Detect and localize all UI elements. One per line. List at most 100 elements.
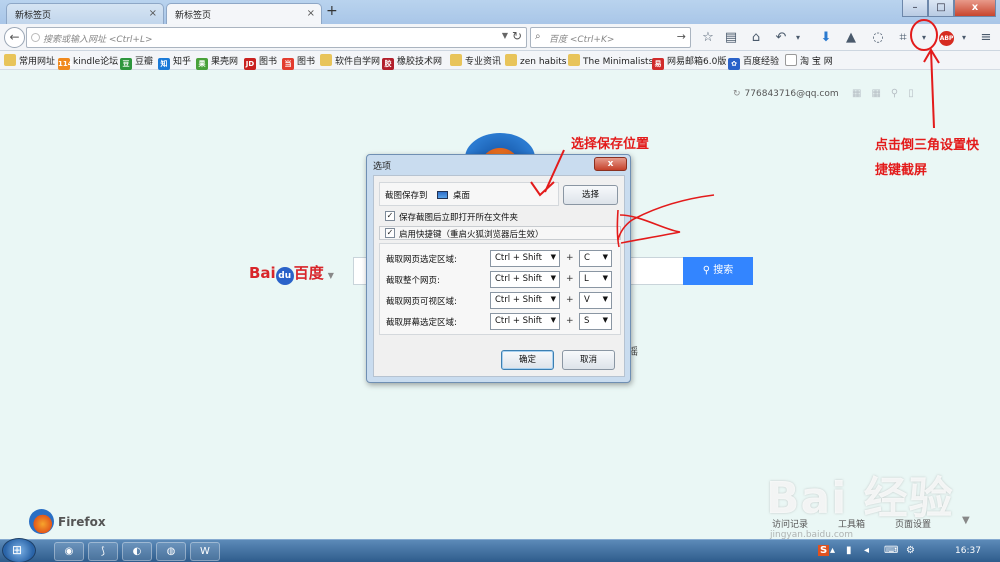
hotkey-label: 截取网页选定区域: [386, 255, 457, 265]
baidu-logo-text: 百度 [293, 264, 324, 282]
baidu-logo[interactable]: Bai du 百度 ▼ [249, 262, 334, 285]
download-icon[interactable]: ⬇ [818, 30, 834, 46]
douban-icon: 豆 [120, 58, 132, 70]
back-button[interactable]: ← [4, 27, 25, 48]
open-folder-checkbox[interactable]: ✓ [385, 211, 395, 221]
taskbar-firefox[interactable]: ◉ [54, 542, 84, 561]
bookmark-item[interactable]: 胶橡胶技术网 [382, 54, 443, 70]
bookmark-label: 图书 [259, 57, 278, 67]
save-location-group: 截图保存到 桌面 [379, 182, 559, 206]
start-button[interactable]: ⊞ [2, 538, 36, 562]
close-window-button[interactable]: x [954, 0, 996, 17]
hotkeys-group: 截取网页选定区域: Ctrl + Shift ▼ + C ▼ 截取整个网页: Ctrl + S… [379, 243, 621, 335]
page-settings-link[interactable]: 页面设置 [895, 517, 931, 530]
show-hidden-icons[interactable]: ▴ [830, 545, 835, 556]
netease-icon: 易 [652, 58, 664, 70]
footer-collapse-icon[interactable]: ▼ [962, 515, 970, 526]
bookmark-item[interactable]: 易网易邮箱6.0版 [652, 54, 726, 70]
taskbar-app-blue[interactable]: ◐ [122, 542, 152, 561]
new-tab-button[interactable]: + [326, 3, 338, 19]
hotkey-modifier-select[interactable]: Ctrl + Shift ▼ [490, 292, 560, 309]
tab-close-icon[interactable]: × [149, 8, 157, 19]
taskbar-pdf[interactable]: ⟆ [88, 542, 118, 561]
hotkey-key-select[interactable]: V ▼ [579, 292, 612, 309]
taskbar-chrome[interactable]: ◍ [156, 542, 186, 561]
baidu-paw-icon: du [275, 267, 294, 285]
zhihu-icon: 知 [158, 58, 170, 70]
rocket-icon[interactable]: ▲ [843, 30, 859, 46]
bookmark-label: The Minimalists [583, 57, 654, 67]
bookmark-item[interactable]: 114kindle论坛 [58, 54, 118, 70]
bookmark-item[interactable]: 豆豆瓣 [120, 54, 154, 70]
bookmark-item[interactable]: 常用网址 [4, 54, 55, 68]
open-folder-label: 保存截图后立即打开所在文件夹 [399, 213, 519, 223]
url-history-dropdown-icon[interactable]: ▼ [502, 31, 508, 40]
bookmark-item[interactable]: 当图书 [282, 54, 315, 70]
settings-tray-icon[interactable]: ⚙ [906, 545, 915, 556]
search-go-icon[interactable]: → [677, 30, 686, 43]
adblock-plus-icon[interactable]: ABP [939, 31, 954, 46]
url-bar[interactable]: 搜索或输入网址 <Ctrl+L> ▼ ↻ [26, 27, 527, 48]
undo-dropdown-icon[interactable]: ▾ [790, 30, 806, 46]
folder-icon [320, 54, 332, 66]
enable-hotkeys-checkbox[interactable]: ✓ [385, 228, 395, 238]
bookmark-item[interactable]: JD 图书 [244, 54, 278, 70]
taskbar-word[interactable]: W [190, 542, 220, 561]
hotkey-modifier-select[interactable]: Ctrl + Shift ▼ [490, 271, 560, 288]
menu-icon[interactable]: ≡ [978, 30, 994, 46]
star-icon[interactable]: ☆ [700, 30, 716, 46]
bookmark-label: 淘 宝 网 [800, 57, 833, 67]
home-icon[interactable]: ⌂ [748, 30, 764, 46]
volume-icon[interactable]: ◂ [864, 545, 869, 556]
toolbox-link[interactable]: 工具箱 [838, 517, 865, 530]
ok-button[interactable]: 确定 [501, 350, 554, 370]
tab-new-tab-2[interactable]: 新标签页 × [166, 3, 322, 24]
bookmark-item[interactable]: 软件自学网 [320, 54, 380, 68]
bookmark-label: 橡胶技术网 [397, 57, 443, 67]
undo-icon[interactable]: ↶ [773, 30, 789, 46]
history-link[interactable]: 访问记录 [772, 517, 808, 530]
reading-list-icon[interactable]: ▤ [723, 30, 739, 46]
hotkey-key-value: L [584, 274, 589, 284]
battery-icon[interactable]: ▮ [846, 545, 852, 556]
choose-location-button[interactable]: 选择 [563, 185, 618, 205]
adblock-dropdown-icon[interactable]: ▾ [956, 30, 972, 46]
cancel-button[interactable]: 取消 [562, 350, 615, 370]
bookmark-item[interactable]: The Minimalists [568, 54, 653, 68]
tab-new-tab-1[interactable]: 新标签页 × [6, 3, 164, 24]
hotkey-modifier-select[interactable]: Ctrl + Shift ▼ [490, 313, 560, 330]
search-bar[interactable]: ⌕ 百度 <Ctrl+K> → [530, 27, 691, 48]
bookmark-item[interactable]: 知知乎 [158, 54, 191, 70]
bookmark-item[interactable]: ✿ 百度经验 [728, 54, 779, 70]
bookmark-item[interactable]: zen habits [505, 54, 566, 68]
sogou-tray-icon[interactable]: S [818, 545, 830, 556]
hotkey-key-select[interactable]: C ▼ [579, 250, 612, 267]
rss-icon[interactable]: ◌ [870, 30, 886, 46]
engine-dropdown-icon[interactable]: ▼ [328, 271, 334, 280]
baidu-search-button[interactable]: ⚲ 搜索 [683, 257, 753, 285]
screenshot-dropdown-icon[interactable]: ▾ [916, 30, 932, 46]
bookmark-item[interactable]: 淘 宝 网 [785, 54, 833, 68]
bookmark-item[interactable]: 果果壳网 [196, 54, 238, 70]
folder-icon [4, 54, 16, 66]
bookmark-item[interactable]: 专业资讯 [450, 54, 501, 68]
hotkey-key-value: V [584, 295, 590, 305]
sync-account[interactable]: ↻ 776843716@qq.com [733, 89, 839, 99]
bookmarks-toolbar: 常用网址 114kindle论坛豆豆瓣知知乎果果壳网 JD 图书当图书 软件自学网胶橡胶… [0, 51, 1000, 70]
hotkey-modifier-select[interactable]: Ctrl + Shift ▼ [490, 250, 560, 267]
clock: 16:37 [955, 546, 981, 556]
reload-icon[interactable]: ↻ [512, 29, 522, 43]
bookmark-label: 豆瓣 [135, 57, 154, 67]
bookmark-label: 软件自学网 [335, 57, 381, 67]
keyboard-icon[interactable]: ⌨ [884, 545, 898, 556]
maximize-button[interactable]: □ [928, 0, 954, 17]
dangdang-icon: 当 [282, 58, 294, 70]
tab-close-icon[interactable]: × [307, 8, 315, 19]
hotkey-key-select[interactable]: S ▼ [579, 313, 612, 330]
dialog-close-button[interactable]: x [594, 157, 627, 171]
save-to-label: 截图保存到 [385, 191, 428, 201]
dropdown-arrow-icon: ▼ [550, 295, 556, 303]
screenshot-crop-icon[interactable]: ⌗ [895, 30, 911, 46]
minimize-button[interactable]: – [902, 0, 928, 17]
hotkey-key-select[interactable]: L ▼ [579, 271, 612, 288]
